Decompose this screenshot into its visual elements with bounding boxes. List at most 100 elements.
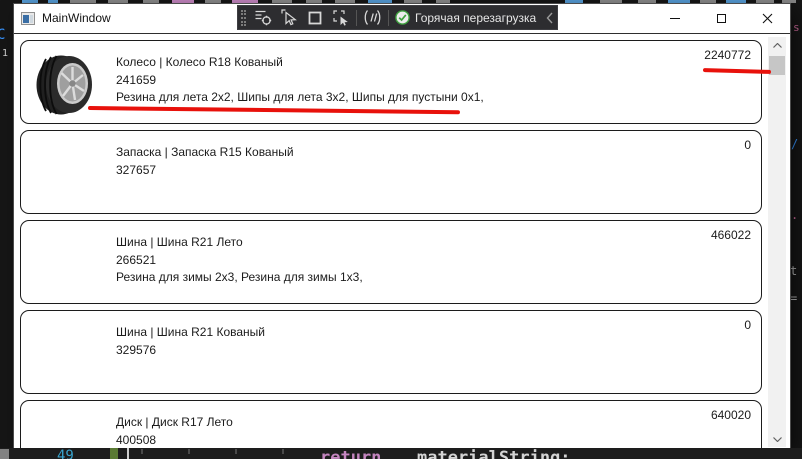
scrollbar-thumb[interactable] xyxy=(769,56,785,75)
list-item[interactable]: Шина | Шина R21 Лето 266521 Резина для з… xyxy=(20,220,762,304)
editor-text-fragment xyxy=(565,0,583,3)
editor-text-fragment xyxy=(404,0,422,3)
chevron-up-icon xyxy=(773,43,782,48)
editor-text-fragment xyxy=(143,0,159,3)
editor-text-fragment xyxy=(600,0,622,3)
editor-text-fragment xyxy=(205,0,221,3)
item-price: 0 xyxy=(744,138,751,152)
editor-text-fragment xyxy=(436,0,450,3)
item-title: Шина | Шина R21 Лето xyxy=(116,234,641,252)
editor-text-fragment: s xyxy=(793,22,800,33)
indent-guide xyxy=(235,449,237,454)
item-text-block: Диск | Диск R17 Лето 400508 xyxy=(116,414,641,448)
item-price: 640020 xyxy=(711,408,751,422)
live-visual-tree-icon xyxy=(254,9,272,26)
minimize-icon xyxy=(670,18,680,19)
track-focused-element-button[interactable] xyxy=(329,7,352,28)
chevron-left-icon xyxy=(546,12,553,24)
item-article: 400508 xyxy=(116,432,641,449)
editor-text-fragment xyxy=(232,0,258,3)
toolbar-collapse-button[interactable] xyxy=(546,12,553,24)
minimize-button[interactable] xyxy=(652,4,698,33)
item-text-block: Колесо | Колесо R18 Кованый 241659 Резин… xyxy=(116,54,641,107)
editor-text-fragment: . xyxy=(791,209,798,221)
editor-change-bar xyxy=(110,448,118,459)
indent-guide xyxy=(282,449,284,454)
editor-scrollbar-block xyxy=(0,449,9,459)
xaml-hot-reload-settings-button[interactable] xyxy=(361,7,384,28)
editor-line-number: 49 xyxy=(57,448,74,459)
item-article: 241659 xyxy=(116,72,641,90)
item-text-block: Шина | Шина R21 Кованый 329576 xyxy=(116,324,641,359)
live-visual-tree-button[interactable] xyxy=(251,7,274,28)
toolbar-separator xyxy=(356,10,357,26)
code-editor-strip: 49 return materialString; xyxy=(0,448,802,459)
chevron-down-icon xyxy=(773,437,782,442)
editor-text-fragment xyxy=(335,0,355,3)
item-article: 266521 xyxy=(116,252,641,270)
vertical-scrollbar[interactable] xyxy=(768,37,786,447)
selection-cursor-icon xyxy=(281,9,297,26)
editor-text-fragment xyxy=(668,0,690,3)
item-list: Колесо | Колесо R18 Кованый 241659 Резин… xyxy=(14,33,790,448)
editor-code-identifier: materialString; xyxy=(417,448,571,459)
display-adorners-button[interactable] xyxy=(303,7,326,28)
hot-reload-button[interactable]: Горячая перезагрузка xyxy=(393,7,538,28)
xaml-debug-toolbar: Горячая перезагрузка xyxy=(237,5,558,30)
indent-guide xyxy=(141,449,143,454)
editor-text-fragment: / xyxy=(791,138,798,150)
editor-text-fragment xyxy=(726,0,746,3)
item-price: 0 xyxy=(744,318,751,332)
editor-text-fragment: t xyxy=(790,265,797,277)
close-icon xyxy=(762,13,773,24)
editor-text-fragment xyxy=(638,0,656,3)
editor-text-fragment xyxy=(700,0,716,3)
item-title: Колесо | Колесо R18 Кованый xyxy=(116,54,641,72)
editor-text-fragment xyxy=(756,0,774,3)
toolbar-grip[interactable] xyxy=(241,10,246,26)
editor-text-fragment xyxy=(70,0,96,3)
scroll-down-button[interactable] xyxy=(768,431,786,447)
item-title: Запаска | Запаска R15 Кованый xyxy=(116,144,641,162)
item-price: 466022 xyxy=(711,228,751,242)
app-icon xyxy=(21,12,35,25)
item-title: Шина | Шина R21 Кованый xyxy=(116,324,641,342)
cursor-with-frame-icon xyxy=(332,9,350,26)
maximize-button[interactable] xyxy=(698,4,744,33)
editor-text-fragment: 1 xyxy=(2,49,8,59)
item-text-block: Шина | Шина R21 Лето 266521 Резина для з… xyxy=(116,234,641,287)
enable-selection-button[interactable] xyxy=(277,7,300,28)
editor-code-keyword: return xyxy=(320,448,381,459)
editor-text-fragment xyxy=(48,0,58,3)
maximize-icon xyxy=(717,14,726,23)
code-parentheses-icon xyxy=(363,9,382,26)
list-item[interactable]: Запаска | Запаска R15 Кованый 327657 0 xyxy=(20,130,762,214)
editor-text-fragment xyxy=(306,0,322,3)
square-outline-icon xyxy=(307,10,323,26)
close-button[interactable] xyxy=(744,4,790,33)
item-price: 2240772 xyxy=(704,48,751,62)
list-item[interactable]: Диск | Диск R17 Лето 400508 640020 xyxy=(20,400,762,448)
indent-guide xyxy=(188,449,190,454)
item-text-block: Запаска | Запаска R15 Кованый 327657 xyxy=(116,144,641,179)
editor-text-fragment xyxy=(172,0,194,3)
scroll-up-button[interactable] xyxy=(768,37,786,53)
hot-reload-label: Горячая перезагрузка xyxy=(415,11,536,25)
editor-text-fragment xyxy=(108,0,128,3)
item-article: 329576 xyxy=(116,342,641,360)
editor-caret xyxy=(127,448,129,459)
editor-text-fragment: = xyxy=(790,292,797,304)
item-attributes: Резина для лета 2x2, Шипы для лета 3x2, … xyxy=(116,89,641,107)
item-article: 327657 xyxy=(116,162,641,180)
main-window: MainWindow xyxy=(14,4,790,448)
list-item[interactable]: Шина | Шина R21 Кованый 329576 0 xyxy=(20,310,762,394)
editor-text-fragment xyxy=(368,0,392,3)
toolbar-separator xyxy=(388,10,389,26)
hot-reload-check-icon xyxy=(395,10,410,25)
window-title: MainWindow xyxy=(42,4,111,33)
editor-text-fragment: C xyxy=(0,28,5,42)
editor-text-fragment xyxy=(782,0,796,3)
item-title: Диск | Диск R17 Лето xyxy=(116,414,641,432)
editor-text-fragment xyxy=(272,0,292,3)
editor-text-fragment xyxy=(22,0,38,3)
